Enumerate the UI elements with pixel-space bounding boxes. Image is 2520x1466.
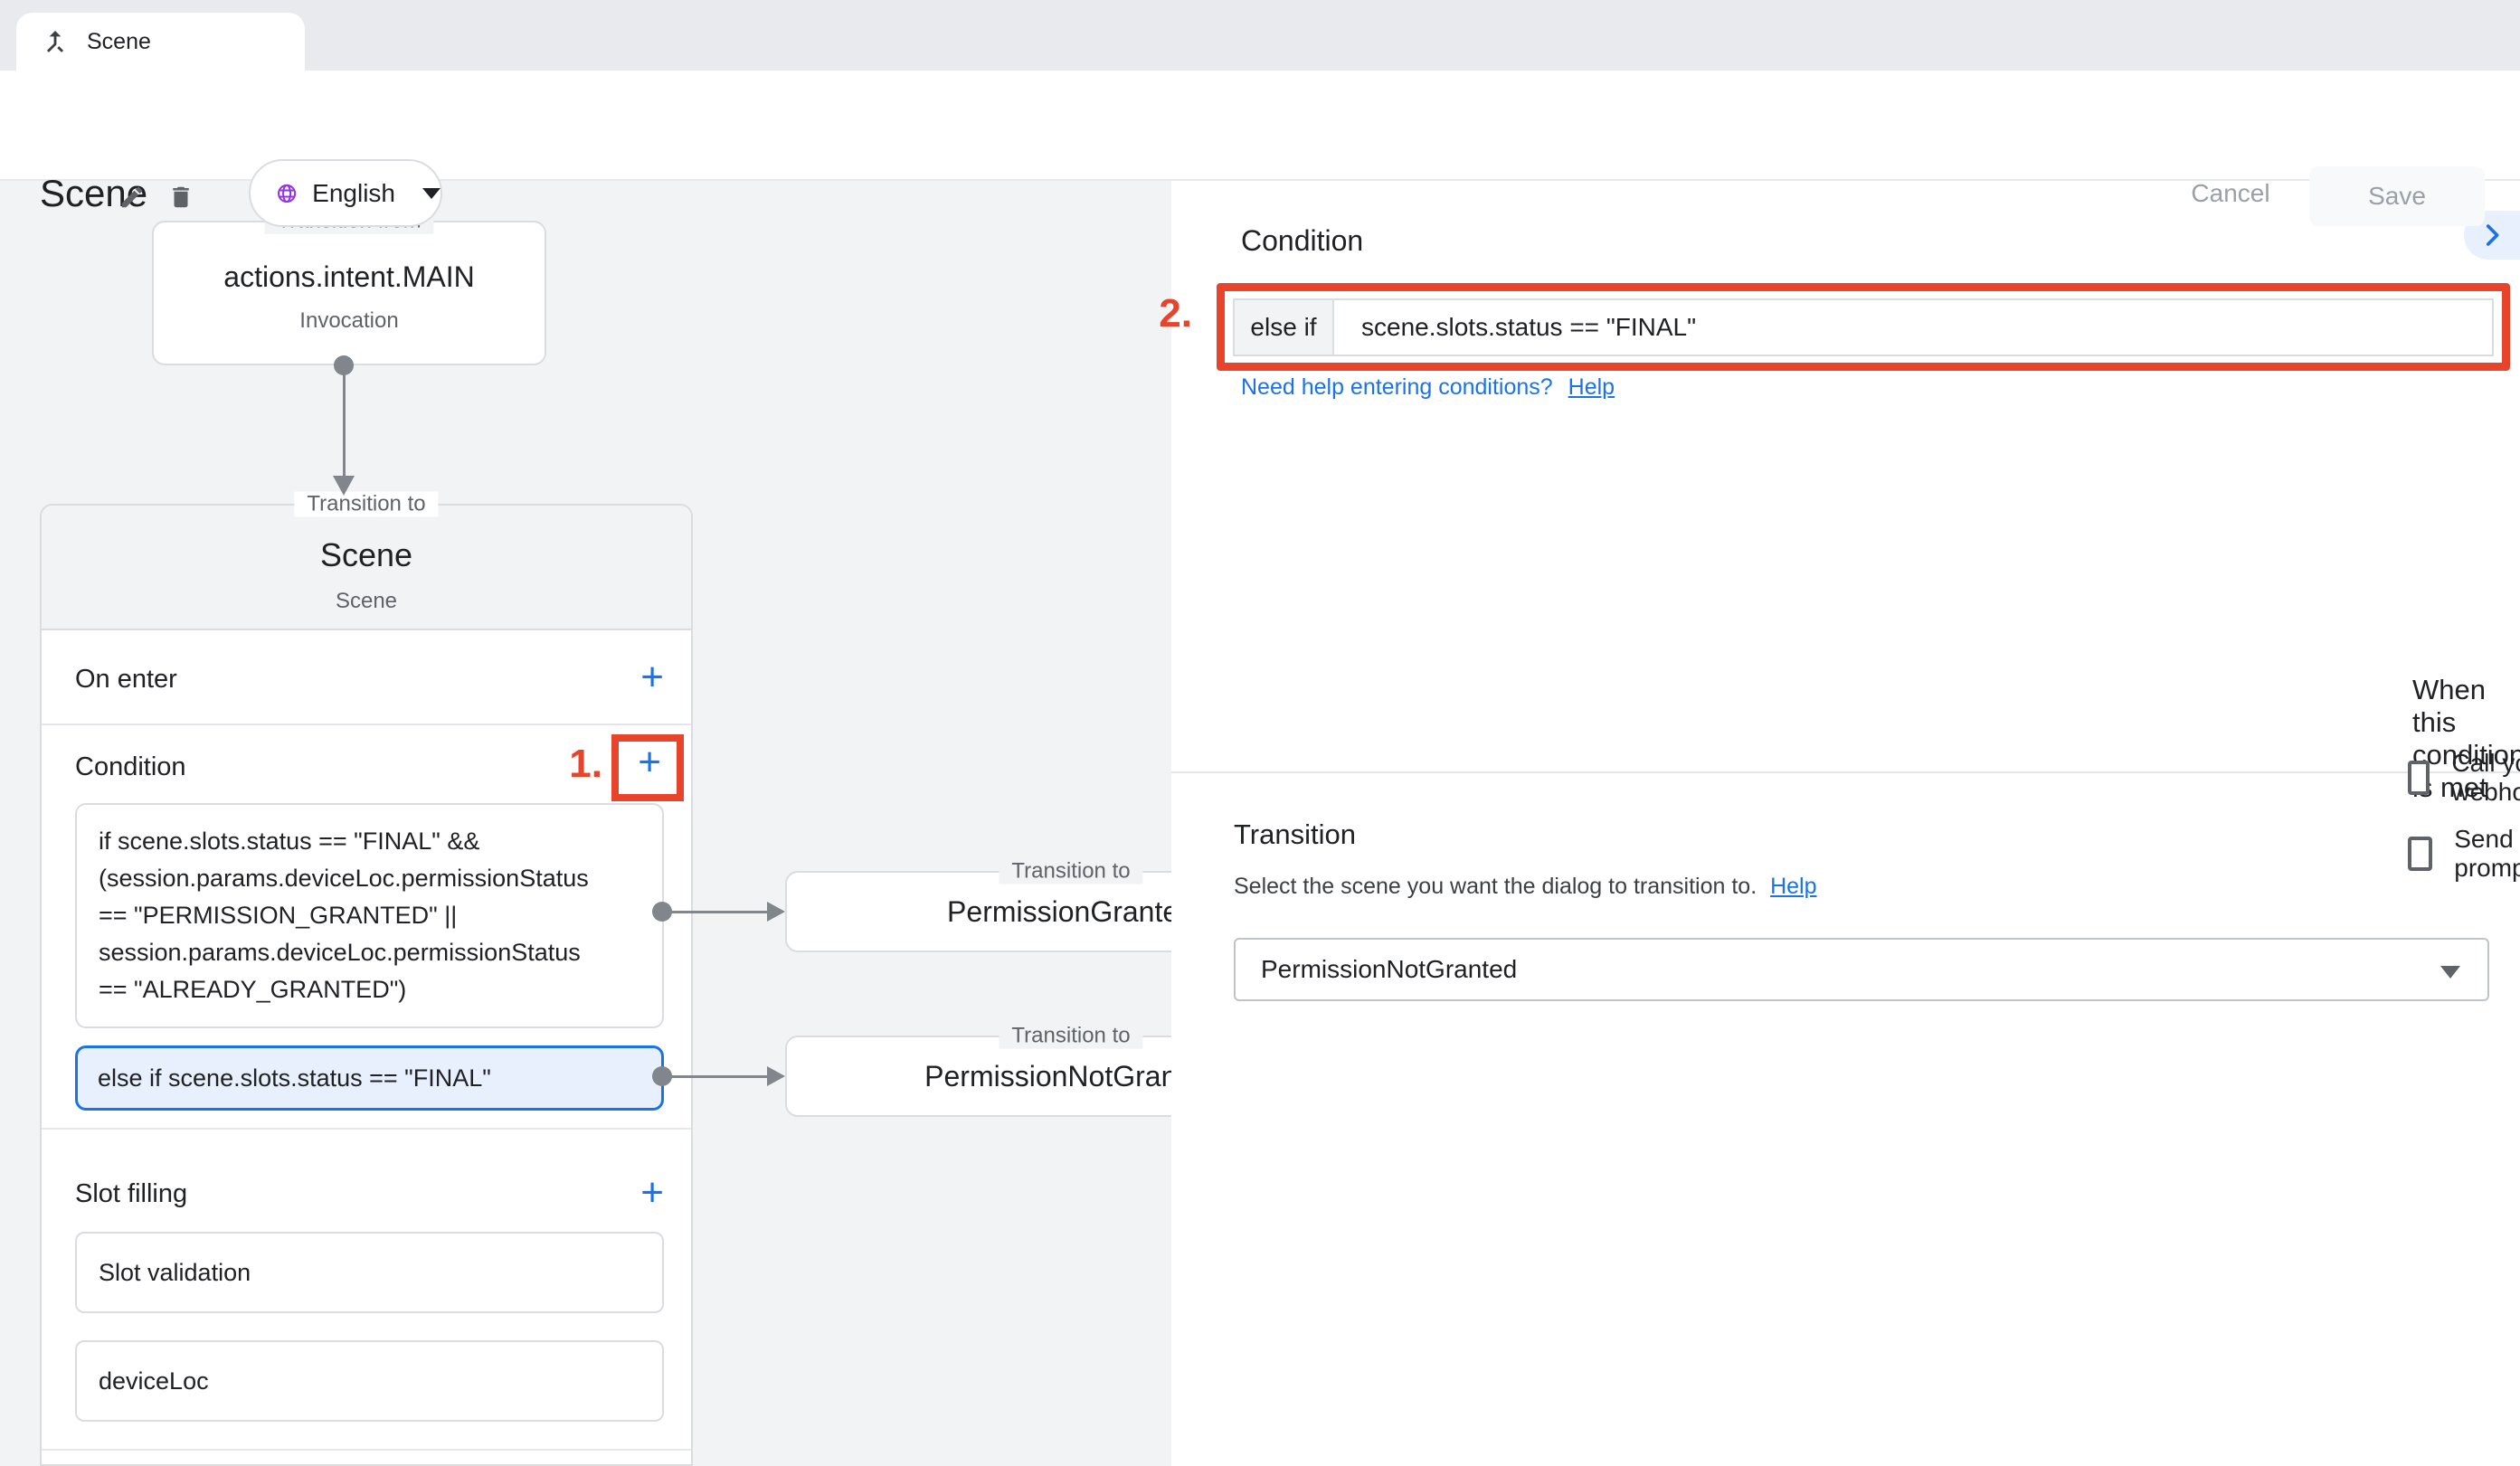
transition-helper-label: Select the scene you want the dialog to … [1234, 874, 1757, 899]
webhook-checkbox-row: Call your webhook [2408, 749, 2520, 807]
on-enter-label: On enter [75, 665, 177, 695]
condition-line: (session.params.deviceLoc.permissionStat… [99, 860, 640, 897]
annotation-2-label: 2. [1149, 291, 1192, 336]
prompts-checkbox-row: Send prompts [2408, 825, 2520, 883]
cancel-button[interactable]: Cancel [2171, 179, 2290, 208]
connector-line [343, 365, 346, 478]
chevron-right-icon [2477, 220, 2507, 251]
transition-scene-select[interactable]: PermissionNotGranted [1234, 938, 2489, 1001]
annotation-box-2 [1217, 283, 2510, 371]
scene-card-subtitle: Scene [42, 589, 691, 614]
send-prompts-checkbox[interactable] [2408, 837, 2432, 871]
panel-divider [1171, 771, 2520, 773]
send-prompts-label: Send prompts [2454, 825, 2520, 883]
screen: Scene Scene English Cancel Save [0, 0, 2520, 1466]
condition-line: == "PERMISSION_GRANTED" || [99, 897, 640, 934]
scene-merge-icon [40, 26, 71, 57]
node-invocation[interactable]: Transition from actions.intent.MAIN Invo… [152, 221, 546, 365]
on-enter-section: On enter + [42, 630, 691, 725]
annotation-box-1 [611, 734, 684, 801]
help-text: Need help entering conditions? [1241, 374, 1553, 400]
tab-label: Scene [87, 29, 151, 55]
scene-card-header: Scene Scene [42, 506, 691, 630]
header-bar: Scene English Cancel Save [0, 71, 2520, 181]
annotation-1-label: 1. [543, 742, 602, 787]
trash-icon [167, 184, 194, 211]
save-button[interactable]: Save [2309, 166, 2485, 226]
node-legend: Transition to [999, 1024, 1142, 1049]
connector-line [662, 1075, 769, 1078]
globe-icon [276, 176, 298, 211]
select-caret-icon [2440, 966, 2460, 979]
transition-title: Transition [1234, 818, 1356, 851]
edit-scene-button[interactable] [112, 177, 152, 217]
condition-line: == "ALREADY_GRANTED") [99, 971, 640, 1008]
condition-line: session.params.deviceLoc.permissionStatu… [99, 934, 640, 971]
call-webhook-label: Call your webhook [2451, 749, 2520, 807]
chevron-down-icon [422, 188, 441, 199]
arrowhead-right-icon [767, 1066, 785, 1086]
add-on-enter-button[interactable]: + [640, 657, 664, 697]
language-selector[interactable]: English [249, 159, 442, 227]
slot-deviceloc-item[interactable]: deviceLoc [75, 1340, 664, 1422]
pencil-icon [118, 184, 146, 211]
condition-item-elseif-selected[interactable]: else if scene.slots.status == "FINAL" [75, 1045, 664, 1111]
condition-line: if scene.slots.status == "FINAL" && [99, 823, 640, 860]
slot-validation-item[interactable]: Slot validation [75, 1232, 664, 1313]
condition-help-line: Need help entering conditions? Help [1241, 374, 1615, 401]
connector-line [662, 911, 769, 913]
delete-scene-button[interactable] [161, 177, 201, 217]
node-legend: Transition to [999, 859, 1142, 884]
call-webhook-checkbox[interactable] [2408, 761, 2430, 795]
section-divider [42, 1128, 691, 1130]
transition-help-link[interactable]: Help [1770, 874, 1816, 899]
arrowhead-down-icon [333, 476, 355, 496]
scene-card-title: Scene [42, 536, 691, 574]
add-slot-button[interactable]: + [640, 1173, 664, 1213]
transition-helper-text: Select the scene you want the dialog to … [1234, 874, 1817, 900]
scene-card[interactable]: Transition to Scene Scene On enter + Con… [40, 504, 693, 1466]
slot-filling-label: Slot filling [75, 1179, 187, 1209]
section-divider [42, 1449, 691, 1451]
tab-scene[interactable]: Scene [16, 13, 305, 71]
condition-help-link[interactable]: Help [1568, 374, 1615, 400]
node-title: PermissionGranted [947, 895, 1195, 929]
intent-type: Invocation [154, 308, 545, 334]
arrowhead-right-icon [767, 902, 785, 922]
condition-section-label: Condition [75, 752, 186, 782]
intent-name: actions.intent.MAIN [154, 260, 545, 294]
panel-title: Condition [1241, 224, 1363, 258]
language-label: English [312, 179, 395, 208]
scene-card-legend: Transition to [294, 492, 438, 517]
condition-item-if[interactable]: if scene.slots.status == "FINAL" && (ses… [75, 803, 664, 1028]
tab-strip: Scene [0, 0, 2520, 71]
selected-scene-label: PermissionNotGranted [1261, 955, 1517, 984]
